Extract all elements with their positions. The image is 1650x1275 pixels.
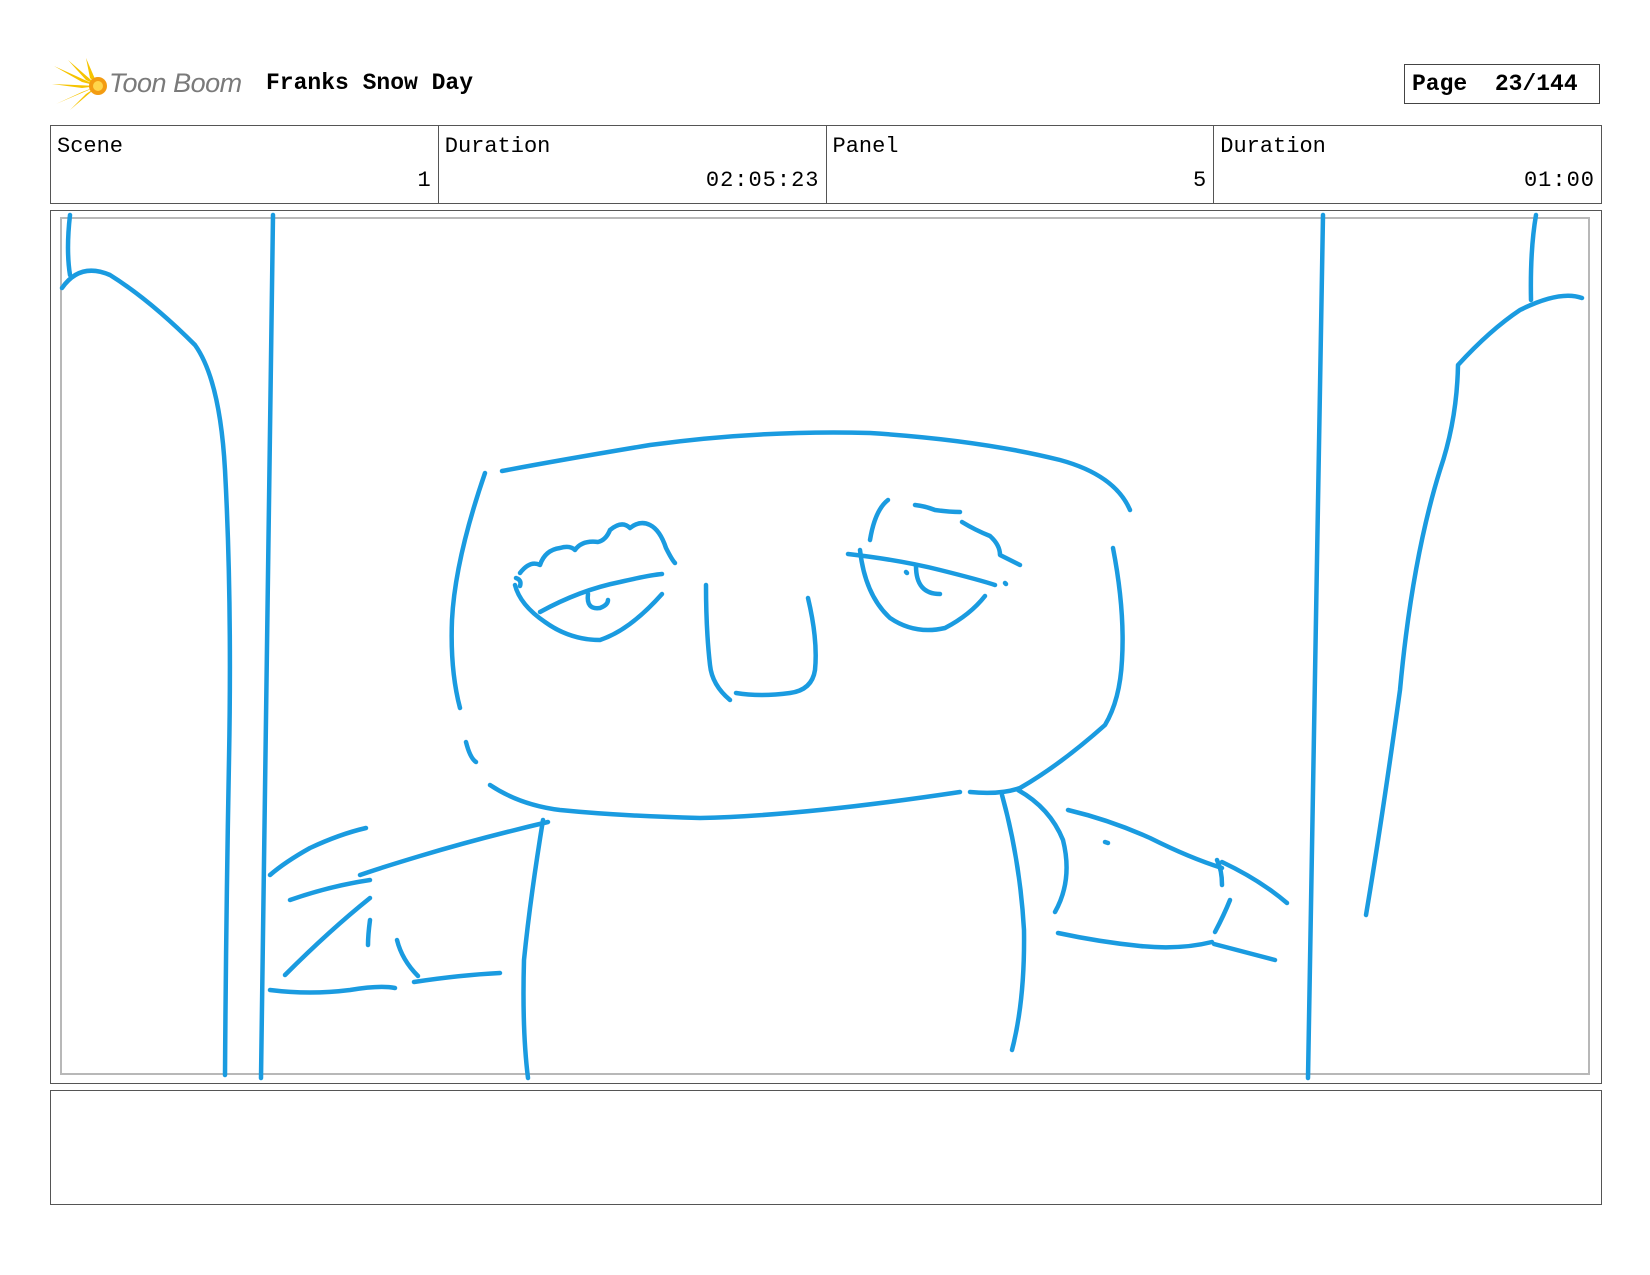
page-number: 23/144 [1494, 71, 1578, 97]
panel-notes-box [50, 1090, 1602, 1205]
panel-cell: Panel 5 [827, 126, 1215, 203]
toon-boom-starburst-icon [52, 58, 107, 110]
panel-duration-value: 01:00 [1523, 168, 1595, 193]
logo-brand-text: Toon Boom [109, 68, 242, 98]
toon-boom-logo: Toon Boom [52, 58, 252, 112]
storyboard-safe-area [60, 217, 1590, 1075]
page-label: Page [1412, 71, 1468, 97]
scene-info-table: Scene 1 Duration 02:05:23 Panel 5 Durati… [50, 125, 1602, 204]
panel-duration-label: Duration [1220, 134, 1326, 159]
project-title: Franks Snow Day [266, 70, 474, 96]
panel-duration-cell: Duration 01:00 [1214, 126, 1601, 203]
scene-duration-cell: Duration 02:05:23 [439, 126, 827, 203]
scene-duration-label: Duration [444, 134, 551, 159]
scene-label: Scene [57, 134, 124, 159]
panel-label: Panel [832, 134, 899, 159]
page-indicator: Page 23/144 [1404, 64, 1600, 104]
panel-value: 5 [1193, 168, 1208, 193]
scene-value: 1 [417, 168, 432, 193]
scene-duration-value: 02:05:23 [705, 168, 820, 193]
scene-cell: Scene 1 [51, 126, 439, 203]
